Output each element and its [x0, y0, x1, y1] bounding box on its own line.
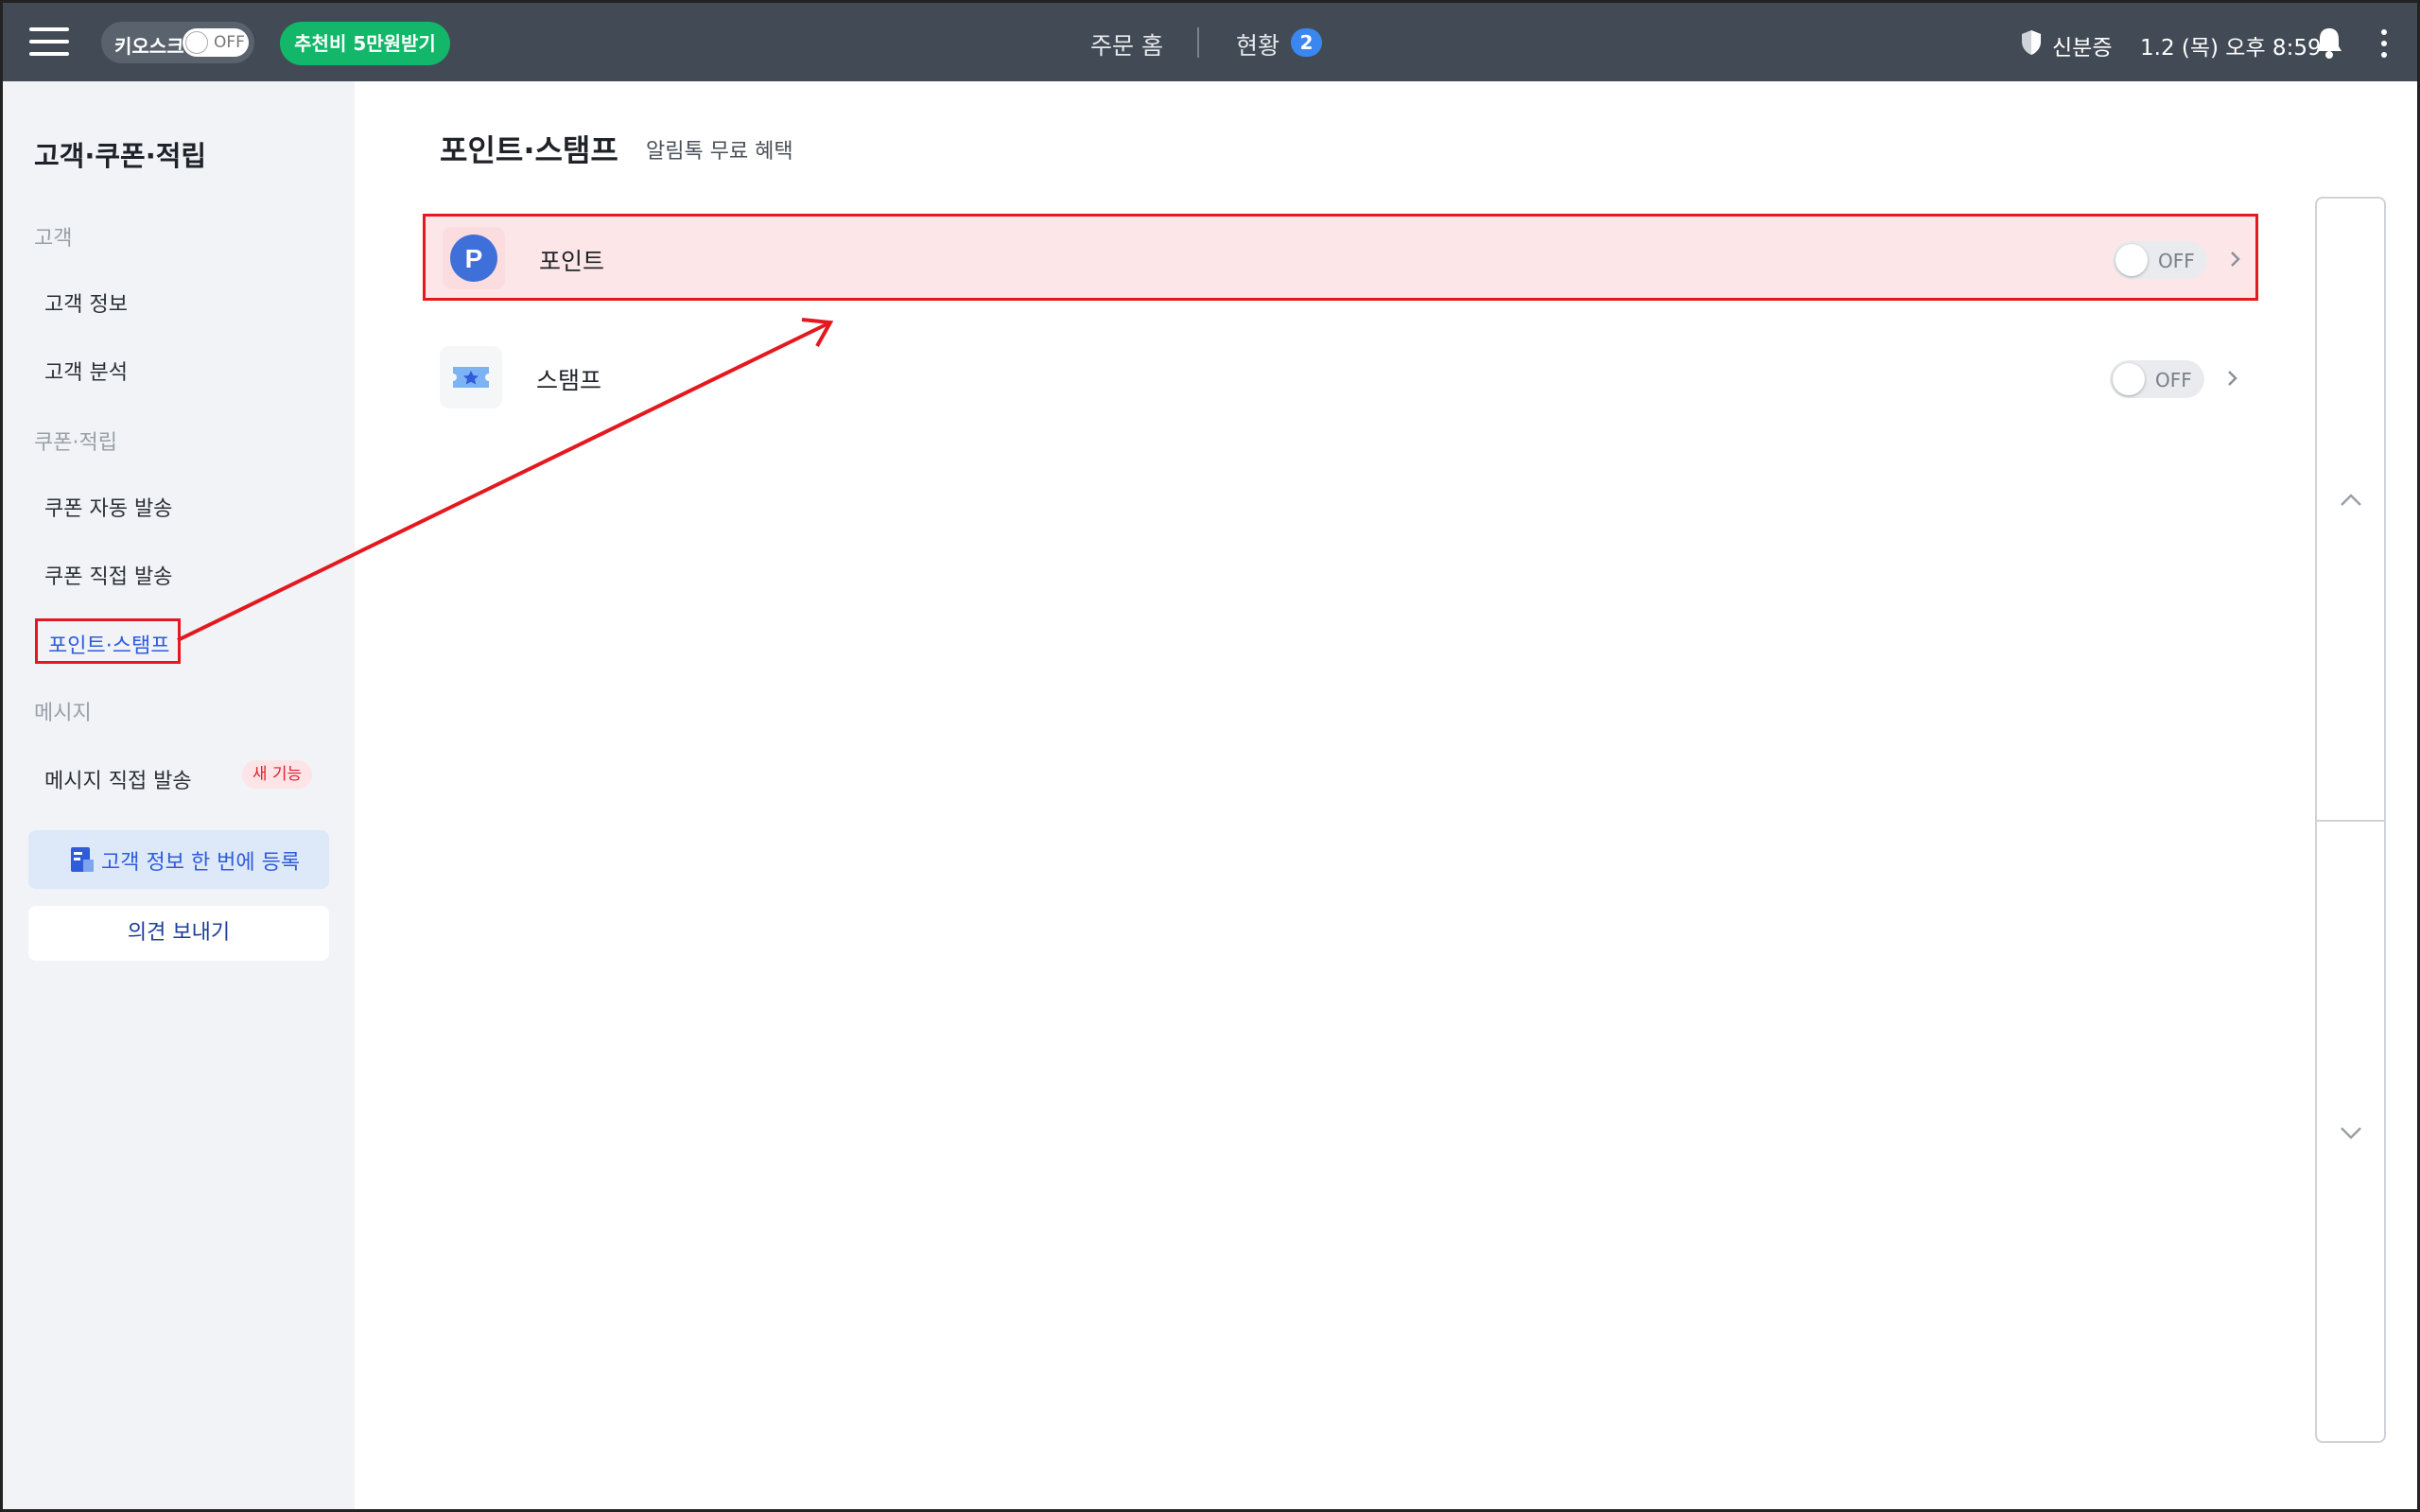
row-point[interactable]: P 포인트 OFF	[423, 214, 2258, 301]
referral-promo-button[interactable]: 추천비 5만원받기	[280, 22, 450, 65]
row-point-label: 포인트	[539, 248, 605, 275]
point-icon: P	[443, 227, 505, 289]
toggle-knob	[2113, 363, 2145, 395]
stamp-icon	[440, 346, 502, 408]
chevron-right-icon[interactable]	[2225, 364, 2240, 392]
sidebar-item-coupon-direct[interactable]: 쿠폰 직접 발송	[44, 560, 172, 590]
kiosk-toggle-state: OFF	[214, 33, 245, 52]
document-icon	[71, 847, 94, 872]
page-title: 포인트·스탬프	[440, 132, 618, 168]
section-label-coupon: 쿠폰·적립	[34, 431, 117, 455]
top-bar: 키오스크 OFF 추천비 5만원받기 주문 홈 현황 2 신분증 1.2 (목)…	[3, 3, 2417, 81]
stamp-toggle-state: OFF	[2155, 369, 2192, 391]
hamburger-menu-icon[interactable]	[29, 26, 69, 58]
nav-status[interactable]: 현황	[1236, 27, 1280, 61]
sidebar-item-customer-info[interactable]: 고객 정보	[44, 287, 128, 318]
section-label-message: 메시지	[34, 702, 92, 725]
new-feature-badge: 새 기능	[242, 760, 312, 789]
bulk-register-button[interactable]: 고객 정보 한 번에 등록	[28, 830, 329, 889]
nav-divider	[1197, 27, 1199, 58]
bulk-register-label: 고객 정보 한 번에 등록	[101, 851, 301, 875]
toggle-knob	[185, 31, 208, 54]
row-stamp-label: 스탬프	[536, 367, 602, 394]
sidebar-item-point-stamp[interactable]: 포인트·스탬프	[35, 618, 181, 664]
shield-icon	[2022, 30, 2041, 55]
kiosk-label: 키오스크	[114, 35, 184, 58]
scroll-divider	[2317, 820, 2384, 822]
chevron-right-icon[interactable]	[2228, 245, 2243, 273]
chevron-down-icon[interactable]	[2336, 1122, 2366, 1143]
section-label-customer: 고객	[34, 227, 73, 251]
sidebar-item-message-direct[interactable]: 메시지 직접 발송	[44, 764, 192, 794]
datetime: 1.2 (목) 오후 8:59	[2140, 36, 2322, 61]
sidebar: 고객·쿠폰·적립 고객 고객 정보 고객 분석 쿠폰·적립 쿠폰 자동 발송 쿠…	[3, 81, 355, 1509]
point-toggle[interactable]: OFF	[2113, 241, 2207, 279]
chevron-up-icon[interactable]	[2336, 490, 2366, 511]
page-subtitle: 알림톡 무료 혜택	[646, 140, 793, 164]
scroll-panel	[2315, 197, 2386, 1443]
kiosk-switch[interactable]: 키오스크 OFF	[101, 22, 254, 63]
row-stamp[interactable]: 스탬프 OFF	[423, 336, 2258, 423]
sidebar-item-customer-analysis[interactable]: 고객 분석	[44, 356, 128, 386]
feedback-button[interactable]: 의견 보내기	[28, 906, 329, 961]
sidebar-item-coupon-auto[interactable]: 쿠폰 자동 발송	[44, 492, 172, 522]
toggle-knob	[2115, 244, 2148, 276]
id-card-label[interactable]: 신분증	[2052, 29, 2112, 61]
kiosk-toggle[interactable]: OFF	[183, 28, 249, 57]
status-count-badge: 2	[1291, 28, 1322, 57]
sidebar-title: 고객·쿠폰·적립	[34, 140, 207, 172]
point-toggle-state: OFF	[2158, 250, 2195, 272]
more-vertical-icon[interactable]	[2375, 27, 2394, 60]
bell-icon[interactable]	[2314, 26, 2344, 60]
nav-order-home[interactable]: 주문 홈	[1090, 27, 1163, 61]
point-icon-letter: P	[465, 244, 483, 273]
stamp-toggle[interactable]: OFF	[2110, 360, 2204, 398]
